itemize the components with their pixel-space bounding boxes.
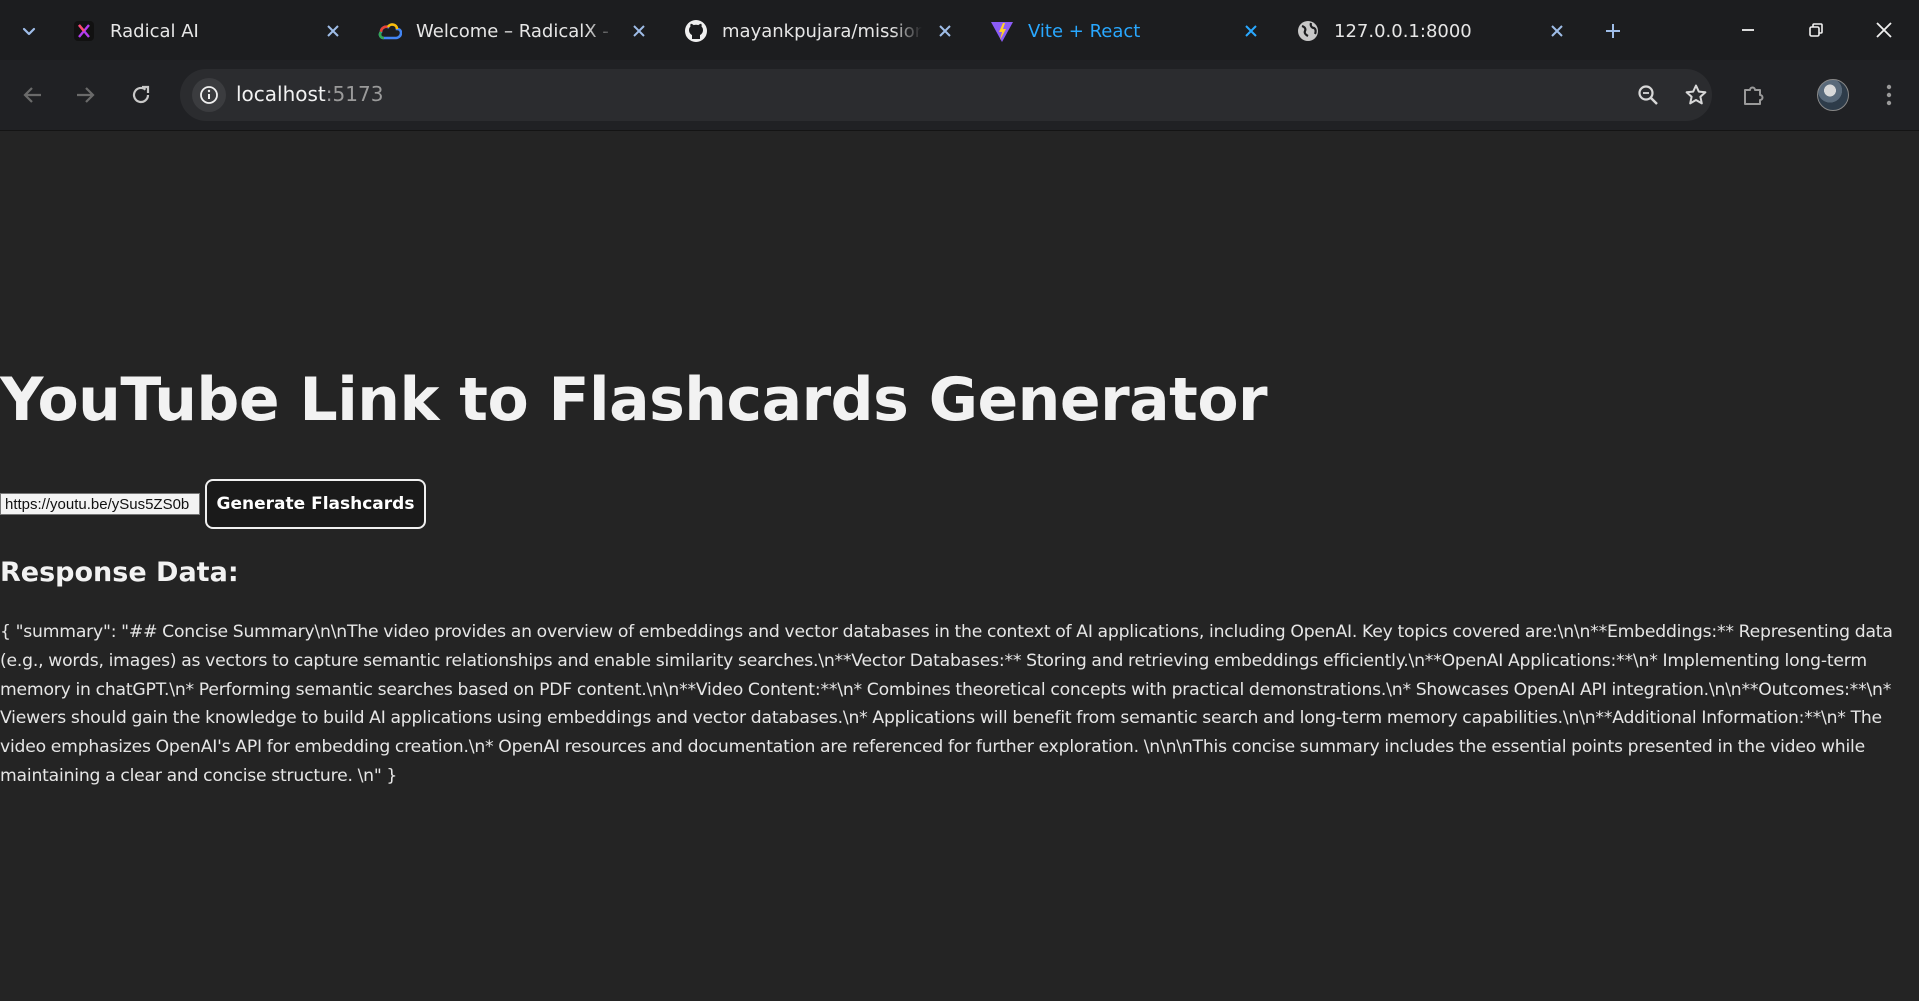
back-button[interactable] (14, 76, 52, 114)
tab-strip: Radical AI Welcome – RadicalX - Ge mayan… (0, 0, 1919, 60)
tab-title: Radical AI (110, 20, 199, 42)
tab-vite-react[interactable]: Vite + React (970, 8, 1270, 54)
tab-title: 127.0.0.1:8000 (1334, 20, 1472, 42)
reload-icon (132, 85, 150, 104)
url-port: :5173 (325, 82, 384, 106)
avatar (1817, 79, 1849, 111)
globe-icon (1296, 19, 1320, 43)
bookmark-star-icon[interactable] (1680, 79, 1712, 111)
youtube-url-input[interactable] (0, 493, 200, 515)
tab-search-button[interactable] (12, 14, 46, 48)
plus-icon (1606, 24, 1620, 38)
vite-logo-icon (990, 19, 1014, 43)
close-window-button[interactable] (1862, 10, 1906, 50)
minimize-icon (1742, 29, 1754, 31)
google-cloud-logo-icon (378, 19, 402, 43)
close-tab-icon[interactable] (1544, 18, 1570, 44)
close-tab-icon[interactable] (932, 18, 958, 44)
puzzle-icon (1744, 86, 1764, 105)
restore-button[interactable] (1794, 10, 1838, 50)
tab-localhost-8000[interactable]: 127.0.0.1:8000 (1276, 8, 1576, 54)
close-tab-icon[interactable] (626, 18, 652, 44)
restore-icon (1809, 23, 1823, 37)
new-tab-button[interactable] (1596, 14, 1630, 48)
more-vert-icon (1886, 84, 1892, 106)
arrow-left-icon (23, 87, 41, 103)
close-tab-icon[interactable] (320, 18, 346, 44)
tab-title: Welcome – RadicalX - Ge (416, 20, 616, 42)
generate-flashcards-button[interactable]: Generate Flashcards (205, 479, 426, 529)
forward-button[interactable] (66, 76, 104, 114)
browser-toolbar: localhost:5173 (0, 60, 1919, 131)
close-tab-icon[interactable] (1238, 18, 1264, 44)
github-logo-icon (684, 19, 708, 43)
zoom-icon[interactable] (1632, 79, 1664, 111)
response-heading: Response Data: (0, 557, 239, 588)
address-bar[interactable]: localhost:5173 (180, 69, 1712, 121)
arrow-right-icon (77, 87, 95, 103)
tab-title: mayankpujara/mission-q (722, 20, 922, 42)
tab-radicalx-welcome[interactable]: Welcome – RadicalX - Ge (358, 8, 658, 54)
url-text[interactable]: localhost:5173 (236, 82, 383, 106)
minimize-button[interactable] (1726, 10, 1770, 50)
page-title: YouTube Link to Flashcards Generator (0, 365, 1268, 435)
response-data-text: { "summary": "## Concise Summary\n\nThe … (0, 622, 1893, 786)
url-host: localhost (236, 82, 326, 106)
menu-button[interactable] (1870, 76, 1908, 114)
reload-button[interactable] (122, 76, 160, 114)
radical-ai-logo-icon (72, 19, 96, 43)
site-info-icon[interactable] (192, 78, 226, 112)
tab-radical-ai[interactable]: Radical AI (52, 8, 352, 54)
chevron-down-icon (22, 27, 36, 36)
tab-github-mission[interactable]: mayankpujara/mission-q (664, 8, 964, 54)
extensions-button[interactable] (1734, 76, 1772, 114)
profile-button[interactable] (1814, 76, 1852, 114)
page-content: YouTube Link to Flashcards Generator Gen… (0, 131, 1919, 1001)
tab-title: Vite + React (1028, 20, 1141, 42)
close-icon (1876, 22, 1892, 38)
